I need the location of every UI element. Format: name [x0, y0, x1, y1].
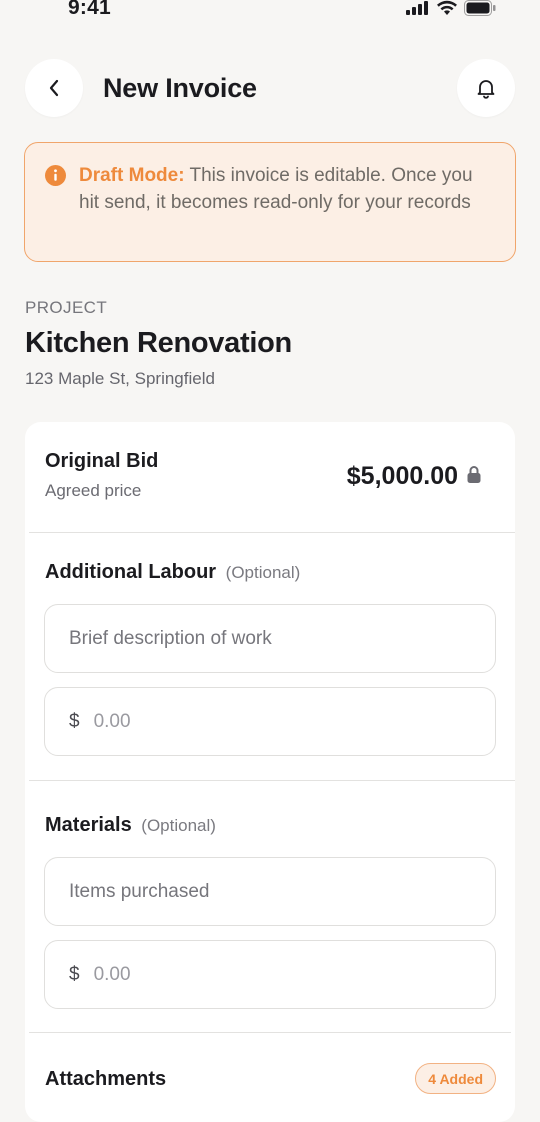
project-kicker: PROJECT [25, 298, 108, 317]
materials-amount-placeholder: 0.00 [93, 963, 131, 985]
materials-amount-input[interactable]: $ 0.00 [44, 940, 496, 1009]
status-time: 9:41 [68, 0, 111, 19]
divider [29, 532, 515, 533]
project-name: Kitchen Renovation [25, 327, 292, 359]
attachments-title: Attachments [45, 1068, 167, 1090]
chevron-left-icon [49, 79, 59, 97]
bell-icon [477, 80, 495, 99]
invoice-card: Original Bid Agreed price $5,000.00 Addi… [25, 422, 515, 1122]
original-bid-label: Original Bid [45, 450, 159, 472]
cellular-signal-icon [406, 1, 428, 15]
draft-mode-banner: Draft Mode: This invoice is editable. On… [24, 142, 516, 262]
info-icon [45, 165, 66, 186]
labour-description-placeholder: Brief description of work [69, 627, 272, 649]
materials-title: Materials [45, 814, 132, 836]
notifications-button[interactable] [457, 59, 515, 117]
original-bid-amount: $5,000.00 [346, 462, 458, 490]
labour-currency-symbol: $ [69, 710, 80, 732]
labour-section-title: Additional Labour (Optional) [45, 561, 300, 584]
materials-items-placeholder: Items purchased [69, 880, 210, 902]
materials-optional-label: (Optional) [141, 816, 216, 835]
divider [29, 780, 515, 781]
back-button[interactable] [25, 59, 83, 117]
materials-section-title: Materials (Optional) [45, 814, 216, 837]
draft-mode-title: Draft Mode: [79, 165, 185, 186]
labour-amount-input[interactable]: $ 0.00 [44, 687, 496, 756]
lock-icon [467, 466, 481, 483]
status-bar: 9:41 [0, 0, 540, 22]
labour-title: Additional Labour [45, 561, 217, 583]
battery-icon [464, 0, 496, 16]
app-header: New Invoice [25, 59, 515, 118]
labour-description-input[interactable]: Brief description of work [44, 604, 496, 673]
materials-currency-symbol: $ [69, 963, 80, 985]
page-title: New Invoice [103, 73, 257, 103]
original-bid-sub: Agreed price [45, 481, 142, 500]
labour-optional-label: (Optional) [225, 563, 301, 582]
attachments-count-badge[interactable]: 4 Added [415, 1063, 496, 1094]
labour-amount-placeholder: 0.00 [93, 710, 131, 732]
wifi-icon [437, 0, 457, 15]
materials-items-input[interactable]: Items purchased [44, 857, 496, 926]
divider [29, 1032, 511, 1033]
status-icons [406, 0, 496, 16]
project-address: 123 Maple St, Springfield [25, 369, 215, 388]
